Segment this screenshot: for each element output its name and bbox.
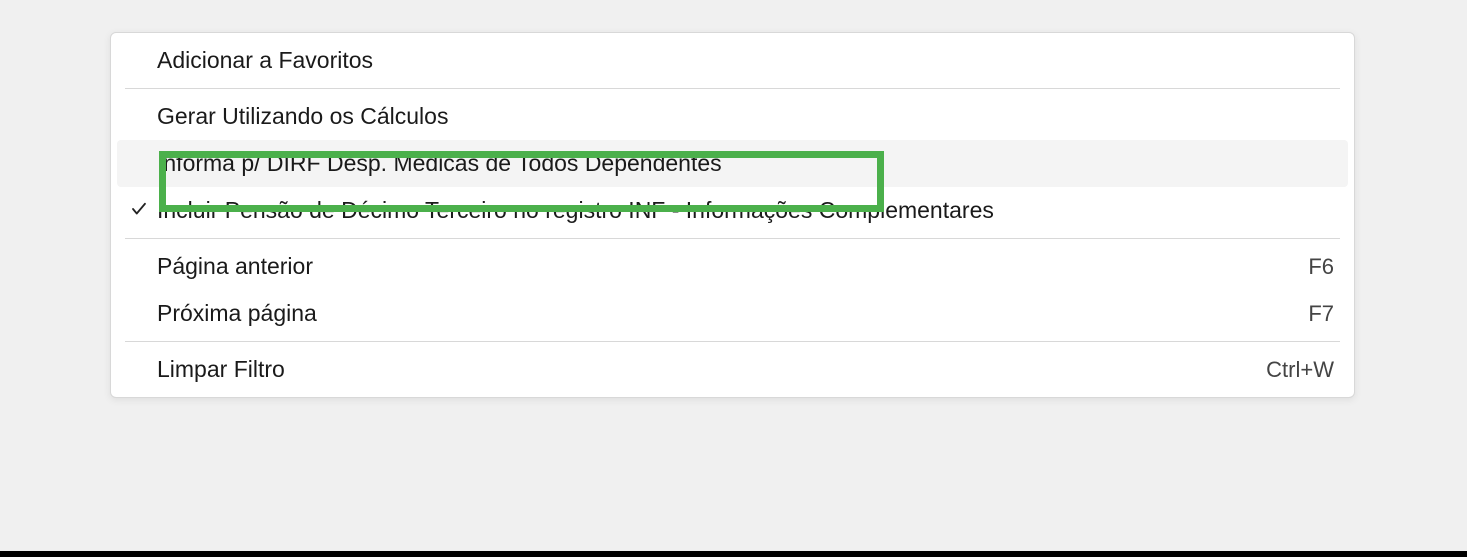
context-menu: Adicionar a Favoritos Gerar Utilizando o…: [110, 32, 1355, 398]
menu-item-label: Adicionar a Favoritos: [157, 47, 1334, 74]
menu-item-gerar-calculos[interactable]: Gerar Utilizando os Cálculos: [111, 93, 1354, 140]
check-slot: [121, 197, 157, 224]
menu-item-label: Próxima página: [157, 300, 1308, 327]
menu-item-incluir-pensao[interactable]: Incluir Pensão de Décimo Terceiro no reg…: [111, 187, 1354, 234]
menu-separator: [125, 238, 1340, 239]
check-icon: [130, 197, 148, 224]
menu-item-label: Incluir Pensão de Décimo Terceiro no reg…: [157, 197, 1334, 224]
menu-item-shortcut: Ctrl+W: [1266, 357, 1334, 383]
menu-separator: [125, 88, 1340, 89]
menu-item-add-favorites[interactable]: Adicionar a Favoritos: [111, 37, 1354, 84]
menu-item-pagina-anterior[interactable]: Página anterior F6: [111, 243, 1354, 290]
menu-item-label: Informa p/ DIRF Desp. Médicas de Todos D…: [157, 150, 1334, 177]
menu-item-proxima-pagina[interactable]: Próxima página F7: [111, 290, 1354, 337]
bottom-border: [0, 551, 1467, 557]
menu-separator: [125, 341, 1340, 342]
menu-item-limpar-filtro[interactable]: Limpar Filtro Ctrl+W: [111, 346, 1354, 393]
menu-item-shortcut: F7: [1308, 301, 1334, 327]
menu-item-informa-dirf[interactable]: Informa p/ DIRF Desp. Médicas de Todos D…: [117, 140, 1348, 187]
menu-item-label: Gerar Utilizando os Cálculos: [157, 103, 1334, 130]
menu-item-label: Limpar Filtro: [157, 356, 1266, 383]
menu-item-label: Página anterior: [157, 253, 1308, 280]
menu-item-shortcut: F6: [1308, 254, 1334, 280]
